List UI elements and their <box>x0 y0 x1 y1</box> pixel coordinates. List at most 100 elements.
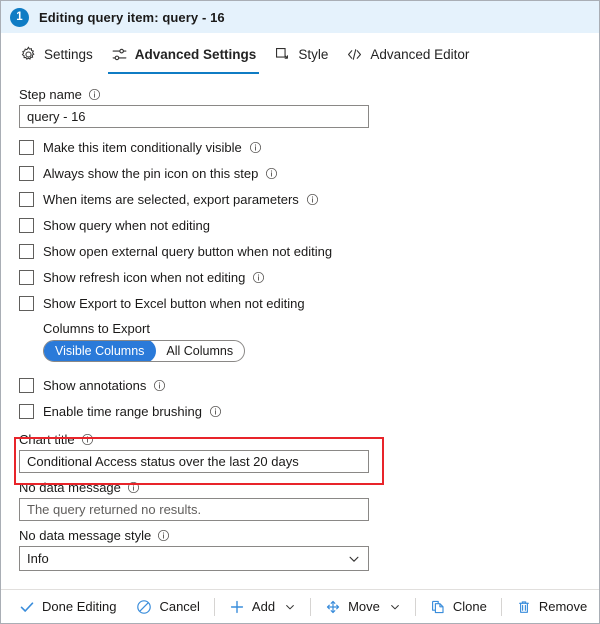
plus-icon <box>229 599 245 615</box>
checkbox-label: When items are selected, export paramete… <box>43 192 299 207</box>
columns-to-export-group: Columns to Export Visible Columns All Co… <box>43 321 599 362</box>
info-icon[interactable] <box>265 167 278 180</box>
tab-settings-label: Settings <box>44 46 93 62</box>
info-icon[interactable] <box>209 405 222 418</box>
chevron-down-icon <box>389 601 401 613</box>
step-name-label-row: Step name <box>19 87 599 102</box>
tab-advanced-settings-label: Advanced Settings <box>134 46 257 62</box>
checkbox-show-query[interactable] <box>19 218 34 233</box>
done-editing-button[interactable]: Done Editing <box>11 594 124 620</box>
checkbox-label: Show Export to Excel button when not edi… <box>43 296 305 311</box>
checkbox-label: Show annotations <box>43 378 147 393</box>
clone-label: Clone <box>452 599 487 614</box>
editor-panel: 1 Editing query item: query - 16 Setting… <box>0 0 600 624</box>
info-icon[interactable] <box>252 271 265 284</box>
checkbox-row-always-show-pin[interactable]: Always show the pin icon on this step <box>19 162 599 185</box>
checkbox-label-wrap: Show annotations <box>43 378 166 393</box>
checkbox-label-wrap: Show query when not editing <box>43 218 210 233</box>
style-square-icon <box>274 46 291 63</box>
step-name-input[interactable] <box>19 105 369 128</box>
chart-title-label: Chart title <box>19 432 75 447</box>
tab-settings[interactable]: Settings <box>11 37 102 71</box>
done-editing-label: Done Editing <box>42 599 117 614</box>
remove-button[interactable]: Remove <box>508 594 595 620</box>
tab-advanced-settings[interactable]: Advanced Settings <box>102 37 266 74</box>
checkbox-label-wrap: Make this item conditionally visible <box>43 140 262 155</box>
checkbox-label-wrap: Show Export to Excel button when not edi… <box>43 296 305 311</box>
add-label: Add <box>251 599 276 614</box>
cancel-label: Cancel <box>159 599 200 614</box>
checkbox-row-show-annotations[interactable]: Show annotations <box>19 374 599 397</box>
tab-strip: Settings Advanced Settings Style Advance… <box>1 37 599 77</box>
checkbox-row-export-parameters[interactable]: When items are selected, export paramete… <box>19 188 599 211</box>
step-number-badge: 1 <box>10 7 29 27</box>
checkbox-show-annotations[interactable] <box>19 378 34 393</box>
checkbox-row-conditionally-visible[interactable]: Make this item conditionally visible <box>19 136 599 159</box>
checkbox-show-export-to-excel[interactable] <box>19 296 34 311</box>
info-icon[interactable] <box>81 433 94 446</box>
pill-visible-columns[interactable]: Visible Columns <box>44 341 156 361</box>
info-icon[interactable] <box>157 529 170 542</box>
editing-banner: 1 Editing query item: query - 16 <box>1 1 599 33</box>
checkbox-show-open-external-query[interactable] <box>19 244 34 259</box>
cancel-button[interactable]: Cancel <box>128 594 207 620</box>
no-data-message-label-row: No data message <box>19 480 599 495</box>
tab-style[interactable]: Style <box>265 37 337 71</box>
no-data-message-input[interactable] <box>19 498 369 521</box>
checkbox-label: Show refresh icon when not editing <box>43 270 246 285</box>
checkbox-label: Make this item conditionally visible <box>43 140 242 155</box>
clone-button[interactable]: Clone <box>422 594 495 620</box>
checkbox-always-show-pin[interactable] <box>19 166 34 181</box>
move-label: Move <box>348 599 380 614</box>
no-data-message-label: No data message <box>19 480 121 495</box>
checkbox-enable-time-range-brushing[interactable] <box>19 404 34 419</box>
checkbox-show-refresh-icon[interactable] <box>19 270 34 285</box>
code-brackets-icon <box>346 46 363 63</box>
checkbox-label-wrap: Show refresh icon when not editing <box>43 270 265 285</box>
info-icon[interactable] <box>127 481 140 494</box>
move-button[interactable]: Move <box>317 594 409 620</box>
columns-to-export-label: Columns to Export <box>43 321 150 336</box>
info-icon[interactable] <box>249 141 262 154</box>
checkbox-label-wrap: Show open external query button when not… <box>43 244 332 259</box>
checkbox-label: Show query when not editing <box>43 218 210 233</box>
no-data-message-style-select[interactable]: Info <box>19 546 369 571</box>
no-data-message-style-value: Info <box>19 546 369 571</box>
tab-advanced-editor-label: Advanced Editor <box>370 46 470 62</box>
checkbox-label: Always show the pin icon on this step <box>43 166 259 181</box>
tab-advanced-editor[interactable]: Advanced Editor <box>337 37 478 71</box>
checkbox-row-show-query[interactable]: Show query when not editing <box>19 214 599 237</box>
trash-icon <box>516 599 532 615</box>
checkbox-row-show-refresh-icon[interactable]: Show refresh icon when not editing <box>19 266 599 289</box>
toolbar-separator <box>414 597 416 616</box>
sliders-icon <box>111 46 128 63</box>
pill-all-columns[interactable]: All Columns <box>155 341 244 361</box>
checkbox-label-wrap: Always show the pin icon on this step <box>43 166 278 181</box>
info-icon[interactable] <box>306 193 319 206</box>
advanced-settings-form: Step name Make this item conditionally v… <box>1 77 599 571</box>
checkbox-export-parameters[interactable] <box>19 192 34 207</box>
checkbox-row-enable-time-range-brushing[interactable]: Enable time range brushing <box>19 400 599 423</box>
no-data-message-style-label-row: No data message style <box>19 528 599 543</box>
toolbar-separator <box>213 597 215 616</box>
toolbar-separator <box>500 597 502 616</box>
cancel-circle-icon <box>136 599 152 615</box>
add-button[interactable]: Add <box>221 594 304 620</box>
checkbox-label: Enable time range brushing <box>43 404 202 419</box>
move-arrows-icon <box>325 599 341 615</box>
page-title: Editing query item: query - 16 <box>39 9 225 25</box>
chevron-down-icon <box>284 601 296 613</box>
step-name-label: Step name <box>19 87 82 102</box>
no-data-message-style-label: No data message style <box>19 528 152 543</box>
columns-to-export-toggle[interactable]: Visible Columns All Columns <box>43 340 246 362</box>
info-icon[interactable] <box>153 379 166 392</box>
checkbox-row-show-open-external-query[interactable]: Show open external query button when not… <box>19 240 599 263</box>
info-icon[interactable] <box>88 88 101 101</box>
toolbar-separator <box>310 597 312 616</box>
tab-style-label: Style <box>298 46 329 62</box>
bottom-toolbar: Done Editing Cancel Add Move Clone Remov… <box>1 589 599 623</box>
checkbox-conditionally-visible[interactable] <box>19 140 34 155</box>
checkbox-row-show-export-to-excel[interactable]: Show Export to Excel button when not edi… <box>19 292 599 315</box>
chart-title-input[interactable] <box>19 450 369 473</box>
checkbox-label-wrap: Enable time range brushing <box>43 404 222 419</box>
